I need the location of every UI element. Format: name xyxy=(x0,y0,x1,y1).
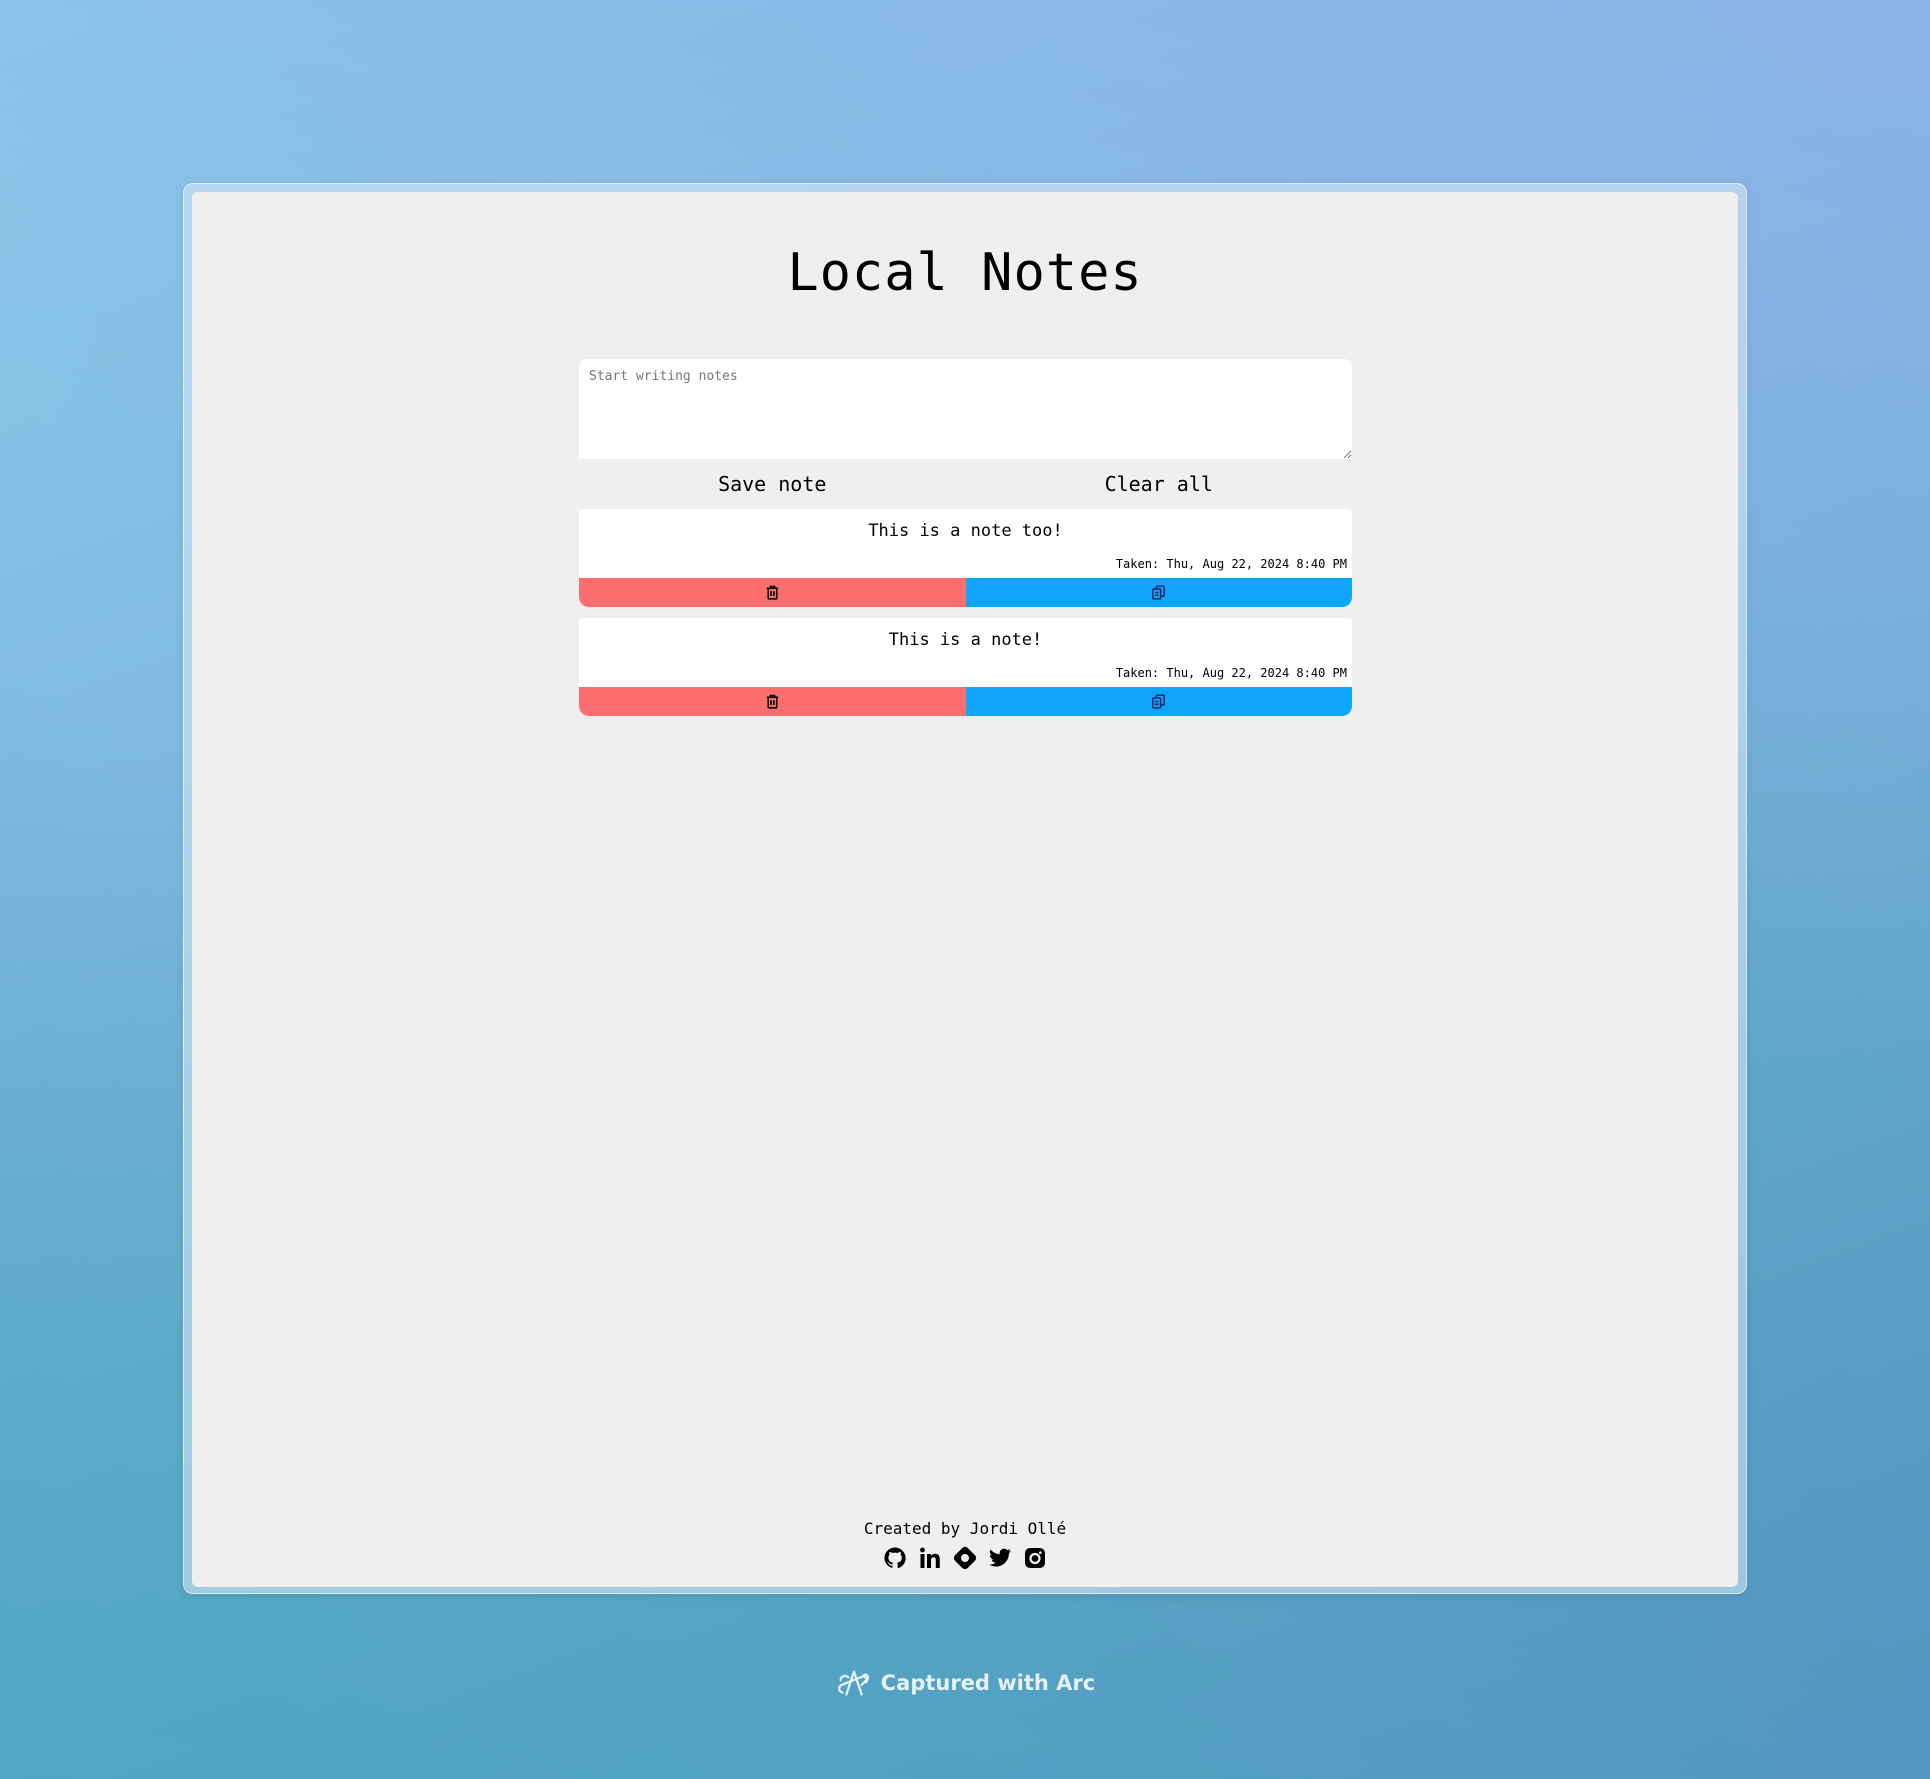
page-title: Local Notes xyxy=(787,243,1143,303)
trash-icon xyxy=(766,585,778,600)
note-text: This is a note! xyxy=(888,630,1043,650)
copy-note-button[interactable] xyxy=(965,687,1352,716)
portfolio-link[interactable] xyxy=(953,1546,977,1570)
trash-icon xyxy=(766,694,778,709)
github-link[interactable] xyxy=(883,1546,907,1570)
delete-note-button[interactable] xyxy=(579,578,966,607)
note-actions xyxy=(579,578,1352,607)
instagram-icon xyxy=(1025,1548,1045,1568)
twitter-icon xyxy=(989,1548,1011,1567)
portfolio-icon xyxy=(953,1546,977,1570)
note-input[interactable] xyxy=(579,359,1352,459)
arc-logo-icon xyxy=(837,1670,869,1696)
linkedin-link[interactable] xyxy=(918,1546,942,1570)
copy-note-button[interactable] xyxy=(965,578,1352,607)
linkedin-icon xyxy=(920,1547,940,1568)
delete-note-button[interactable] xyxy=(579,687,966,716)
copy-icon xyxy=(1152,585,1166,600)
note-card: This is a note! Taken: Thu, Aug 22, 2024… xyxy=(579,618,1352,716)
github-icon xyxy=(884,1547,906,1569)
arc-watermark: Captured with Arc xyxy=(0,1667,1930,1699)
save-note-button[interactable]: Save note xyxy=(579,459,966,509)
social-links xyxy=(192,1546,1738,1570)
note-actions xyxy=(579,687,1352,716)
footer-credit: Created by Jordi Ollé xyxy=(863,1519,1067,1538)
note-text: This is a note too! xyxy=(868,521,1063,541)
note-timestamp: Taken: Thu, Aug 22, 2024 8:40 PM xyxy=(1115,557,1347,571)
note-card: This is a note too! Taken: Thu, Aug 22, … xyxy=(579,509,1352,607)
notes-container: Save note Clear all This is a note too! … xyxy=(579,359,1352,727)
twitter-link[interactable] xyxy=(988,1546,1012,1570)
arc-watermark-label: Captured with Arc xyxy=(880,1671,1096,1695)
action-row: Save note Clear all xyxy=(579,459,1352,509)
note-timestamp: Taken: Thu, Aug 22, 2024 8:40 PM xyxy=(1115,666,1347,680)
footer: Created by Jordi Ollé xyxy=(192,1519,1738,1570)
copy-icon xyxy=(1152,694,1166,709)
instagram-link[interactable] xyxy=(1023,1546,1047,1570)
clear-all-button[interactable]: Clear all xyxy=(966,459,1353,509)
